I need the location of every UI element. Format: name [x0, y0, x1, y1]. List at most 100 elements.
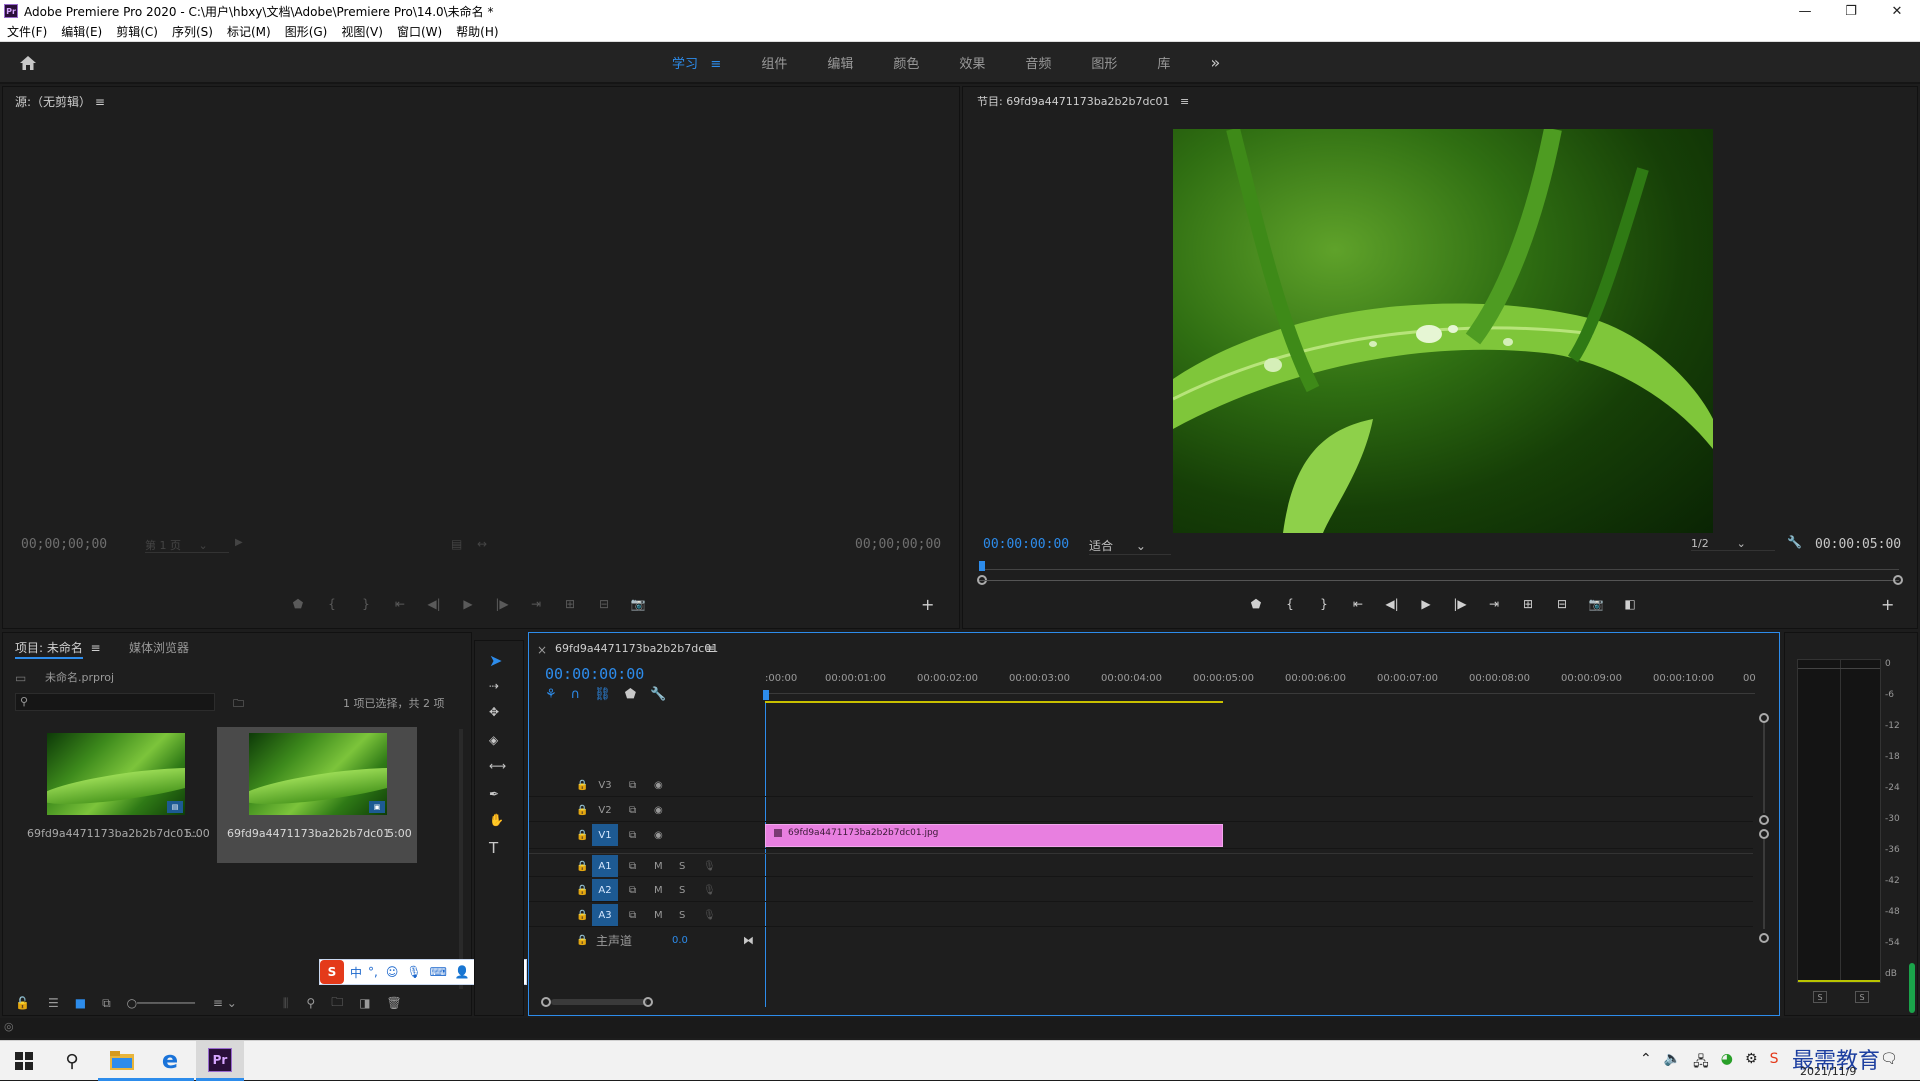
track-visibility-eye-icon[interactable]: ◉: [654, 805, 663, 816]
audio-track-a2[interactable]: 🔒 A2 ⧉ M S 🎙: [529, 878, 1753, 902]
track-name[interactable]: V1: [592, 824, 618, 846]
more-workspaces-icon[interactable]: »: [1210, 53, 1220, 72]
timeline-menu-icon[interactable]: ≡: [705, 642, 715, 656]
pen-tool-icon[interactable]: ✒: [489, 787, 499, 801]
mute-button[interactable]: M: [654, 861, 663, 872]
program-playhead[interactable]: [979, 561, 985, 571]
timeline-clip[interactable]: 69fd9a4471173ba2b2b7dc01.jpg: [765, 824, 1223, 847]
windows-start-icon[interactable]: [0, 1041, 48, 1081]
workspace-tab-graphics[interactable]: 图形: [1091, 53, 1117, 72]
file-explorer-icon[interactable]: [98, 1041, 146, 1081]
track-sync-icon[interactable]: ⧉: [629, 885, 636, 896]
track-lock-icon[interactable]: 🔒: [576, 935, 588, 946]
program-in-point-icon[interactable]: {: [1273, 597, 1307, 611]
menu-file[interactable]: 文件(F): [0, 23, 54, 40]
program-step-forward-icon[interactable]: |▶: [1443, 597, 1477, 611]
master-nav-icon[interactable]: ⧓: [743, 934, 754, 947]
search-icon[interactable]: ⚲: [48, 1041, 96, 1081]
voiceover-mic-icon[interactable]: 🎙: [703, 910, 716, 921]
program-scrub-bar[interactable]: [977, 561, 1903, 585]
program-export-frame-icon[interactable]: 📷: [1579, 597, 1613, 611]
program-resolution-select[interactable]: 1/2 ⌄: [1691, 537, 1775, 551]
audio-track-a1[interactable]: 🔒 A1 ⧉ M S 🎙: [529, 853, 1753, 877]
track-lock-icon[interactable]: 🔒: [576, 805, 588, 816]
menu-window[interactable]: 窗口(W): [390, 23, 449, 40]
program-out-point-icon[interactable]: }: [1307, 597, 1341, 611]
track-sync-icon[interactable]: ⧉: [629, 861, 636, 872]
program-zoom-handle-right[interactable]: [1893, 575, 1903, 585]
edge-browser-icon[interactable]: e: [146, 1041, 194, 1081]
solo-button[interactable]: S: [679, 885, 685, 896]
delete-icon[interactable]: 🗑: [387, 996, 402, 1010]
work-area-bar[interactable]: [765, 701, 1223, 703]
track-visibility-eye-icon[interactable]: ◉: [654, 780, 663, 791]
menu-clip[interactable]: 剪辑(C): [109, 23, 165, 40]
source-go-out-icon[interactable]: ⇥: [519, 597, 553, 611]
solo-right-button[interactable]: S: [1855, 991, 1869, 1003]
slip-tool-icon[interactable]: ⟷: [489, 759, 506, 773]
solo-left-button[interactable]: S: [1813, 991, 1827, 1003]
linked-selection-icon[interactable]: ⛓: [594, 687, 611, 702]
home-icon[interactable]: [16, 52, 40, 74]
track-name[interactable]: A1: [592, 855, 618, 877]
track-sync-icon[interactable]: ⧉: [629, 830, 636, 841]
workspace-tab-effects[interactable]: 效果: [959, 53, 985, 72]
ripple-edit-tool-icon[interactable]: ✥: [489, 705, 499, 719]
timeline-settings-wrench-icon[interactable]: 🔧: [650, 687, 666, 702]
project-search-input[interactable]: ⚲: [15, 693, 215, 711]
sort-icon[interactable]: ≡ ⌄: [213, 996, 237, 1010]
program-go-out-icon[interactable]: ⇥: [1477, 597, 1511, 611]
ime-emoji-icon[interactable]: ☺: [386, 965, 399, 979]
clip-thumbnail[interactable]: [249, 733, 387, 815]
mute-button[interactable]: M: [654, 910, 663, 921]
workspace-tab-color[interactable]: 颜色: [893, 53, 919, 72]
workspace-menu-icon[interactable]: ≡: [710, 57, 721, 72]
workspace-tab-assembly[interactable]: 组件: [761, 53, 787, 72]
network-icon[interactable]: 🖧: [1693, 1051, 1709, 1075]
project-tab[interactable]: 项目: 未命名 ≡: [15, 639, 101, 659]
media-browser-tab[interactable]: 媒体浏览器: [129, 639, 189, 656]
sogou-logo-icon[interactable]: S: [320, 960, 344, 984]
tray-overflow-icon[interactable]: ⌃: [1640, 1051, 1652, 1075]
razor-tool-icon[interactable]: ◈: [489, 733, 498, 747]
master-track[interactable]: 🔒 主声道 0.0 ⧓: [529, 928, 1753, 952]
source-timecode-left[interactable]: 00;00;00;00: [21, 537, 107, 552]
program-fit-select[interactable]: 适合 ⌄: [1089, 537, 1171, 555]
snap-icon[interactable]: ∩: [571, 687, 581, 702]
sequence-tab[interactable]: 69fd9a4471173ba2b2b7dc01: [555, 642, 718, 655]
notification-icon[interactable]: 🗨: [1880, 1051, 1898, 1067]
security-icon[interactable]: ◕: [1721, 1051, 1733, 1075]
find-icon[interactable]: ⚲: [306, 996, 315, 1010]
bin-from-search-icon[interactable]: 🗀: [233, 695, 244, 714]
program-extract-icon[interactable]: ⊟: [1545, 597, 1579, 611]
ime-lang-toggle[interactable]: 中: [350, 964, 362, 981]
source-fit-icon[interactable]: ↔: [477, 537, 487, 551]
timeline-close-icon[interactable]: ×: [537, 643, 547, 657]
audio-meter-scrollbar[interactable]: [1909, 963, 1915, 1013]
tray-misc-icon[interactable]: ⚙: [1745, 1051, 1758, 1075]
program-monitor-title[interactable]: 节目: 69fd9a4471173ba2b2b7dc01 ≡: [977, 93, 1189, 109]
track-lock-icon[interactable]: 🔒: [576, 861, 588, 872]
source-overwrite-icon[interactable]: ⊟: [587, 597, 621, 611]
automate-icon[interactable]: ⫼: [283, 996, 289, 1011]
track-sync-icon[interactable]: ⧉: [629, 910, 636, 921]
lock-icon[interactable]: 🔓: [15, 996, 30, 1010]
video-track-v1[interactable]: 🔒 V1 ⧉ ◉ 69fd9a4471173ba2b2b7dc01.jpg: [529, 823, 1753, 849]
timeline-playhead[interactable]: [763, 690, 769, 700]
menu-edit[interactable]: 编辑(E): [54, 23, 109, 40]
timeline-vertical-scrollbar[interactable]: [1757, 713, 1771, 1009]
track-lock-icon[interactable]: 🔒: [576, 830, 588, 841]
program-compare-icon[interactable]: ◧: [1613, 597, 1647, 611]
source-out-point-icon[interactable]: }: [349, 597, 383, 611]
premiere-taskbar-icon[interactable]: Pr: [196, 1041, 244, 1081]
program-lift-icon[interactable]: ⊞: [1511, 597, 1545, 611]
source-export-frame-icon[interactable]: 📷: [621, 597, 655, 611]
voiceover-mic-icon[interactable]: 🎙: [703, 885, 716, 896]
track-name[interactable]: V3: [592, 774, 618, 796]
add-marker-icon[interactable]: ⬟: [625, 687, 636, 702]
close-button[interactable]: ✕: [1874, 0, 1920, 22]
source-in-point-icon[interactable]: {: [315, 597, 349, 611]
new-bin-icon[interactable]: 🗀: [331, 993, 343, 1014]
sogou-tray-icon[interactable]: S: [1770, 1051, 1779, 1075]
video-track-v3[interactable]: 🔒 V3 ⧉ ◉: [529, 773, 1753, 797]
